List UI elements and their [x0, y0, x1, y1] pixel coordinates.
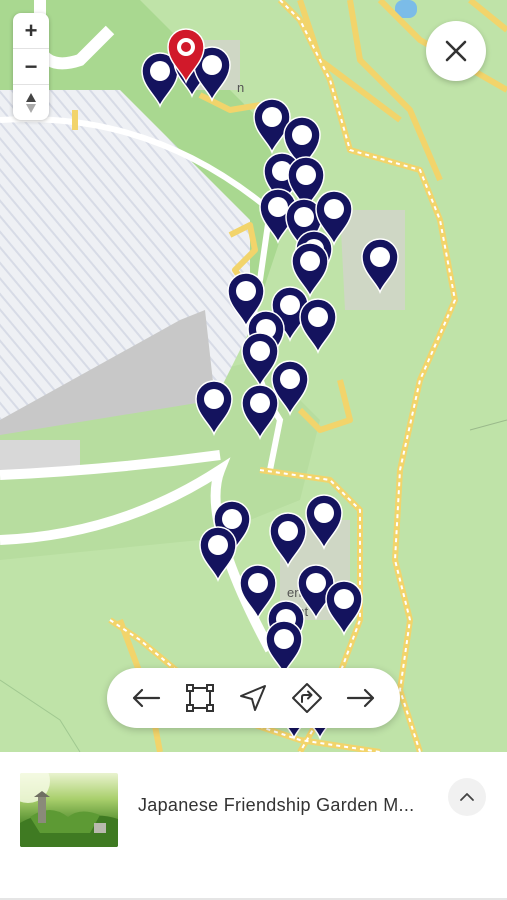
- minus-icon: −: [24, 53, 38, 79]
- map-marker-icon: [195, 380, 233, 436]
- navigation-icon: [240, 685, 267, 711]
- place-thumbnail: [20, 773, 118, 847]
- map-pin[interactable]: [304, 494, 344, 550]
- map-marker-icon: [299, 298, 337, 354]
- map-view[interactable]: n en S ent + −: [0, 0, 507, 752]
- expand-button[interactable]: [448, 778, 486, 816]
- selected-map-pin[interactable]: [166, 28, 206, 84]
- map-toolbar: [107, 668, 400, 728]
- close-icon: [445, 40, 467, 62]
- zoom-in-button[interactable]: +: [13, 13, 49, 49]
- arrow-left-icon: [132, 688, 160, 708]
- map-marker-icon: [269, 512, 307, 568]
- map-marker-icon: [167, 28, 205, 84]
- close-button[interactable]: [426, 21, 486, 81]
- place-title[interactable]: Japanese Friendship Garden M...: [138, 795, 438, 816]
- arrow-right-icon: [346, 688, 375, 708]
- map-pin[interactable]: [298, 298, 338, 354]
- map-label: n: [237, 80, 245, 95]
- compass-icon: [26, 92, 36, 113]
- zoom-control: + −: [13, 13, 49, 120]
- compass-button[interactable]: [13, 85, 49, 120]
- map-pin[interactable]: [240, 384, 280, 440]
- map-pin[interactable]: [198, 526, 238, 582]
- map-pin[interactable]: [324, 580, 364, 636]
- place-card[interactable]: Japanese Friendship Garden M...: [0, 752, 507, 900]
- map-marker-icon: [199, 526, 237, 582]
- map-pin[interactable]: [268, 512, 308, 568]
- map-pin[interactable]: [360, 238, 400, 294]
- map-marker-icon: [361, 238, 399, 294]
- directions-button[interactable]: [285, 676, 329, 720]
- select-area-button[interactable]: [178, 676, 222, 720]
- map-pin[interactable]: [194, 380, 234, 436]
- next-button[interactable]: [339, 676, 383, 720]
- select-area-icon: [185, 684, 214, 712]
- directions-icon: [292, 683, 323, 713]
- zoom-out-button[interactable]: −: [13, 49, 49, 85]
- map-marker-icon: [241, 384, 279, 440]
- plus-icon: +: [24, 17, 38, 43]
- map-marker-icon: [305, 494, 343, 550]
- previous-button[interactable]: [124, 676, 168, 720]
- locate-button[interactable]: [231, 676, 275, 720]
- chevron-up-icon: [460, 793, 474, 801]
- map-marker-icon: [325, 580, 363, 636]
